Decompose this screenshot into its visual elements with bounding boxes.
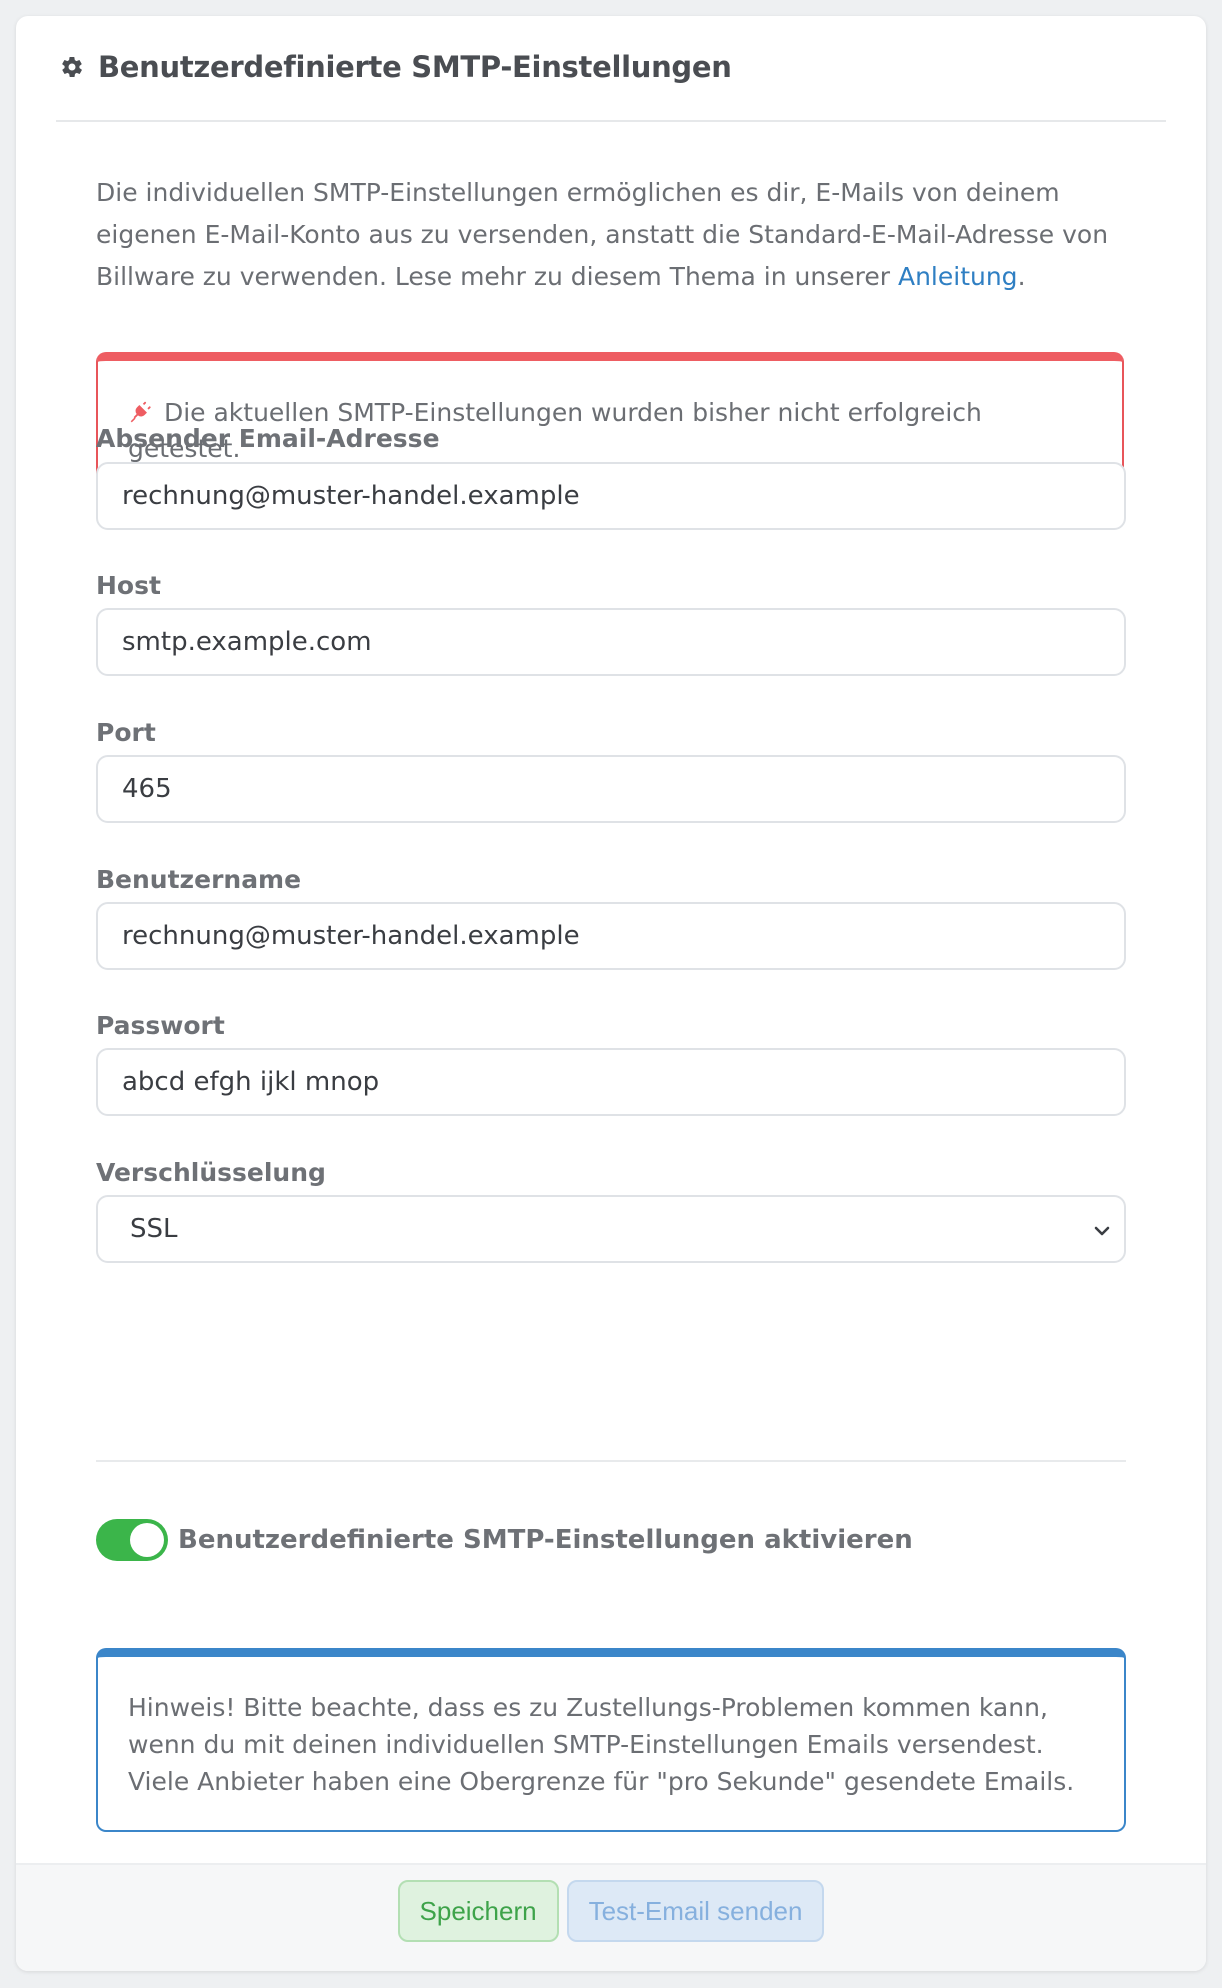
section-divider [96,1460,1126,1462]
save-button[interactable]: Speichern [397,1880,559,1942]
smtp-toggle-label: Benutzerdefinierte SMTP-Einstellungen ak… [178,1525,913,1555]
chevron-down-icon [1094,1226,1110,1236]
sender-email-input[interactable]: rechnung@muster-handel.example [96,462,1126,530]
host-value: smtp.example.com [122,627,372,657]
host-label: Host [96,571,161,600]
smtp-toggle-row: Benutzerdefinierte SMTP-Einstellungen ak… [96,1519,913,1561]
encryption-value: SSL [130,1214,178,1244]
delivery-hint-alert: Hinweis! Bitte beachte, dass es zu Zuste… [96,1648,1126,1832]
guide-link[interactable]: Anleitung [898,262,1018,291]
card-header: Benutzerdefinierte SMTP-Einstellungen [56,16,1166,122]
intro-suffix: . [1017,262,1026,291]
password-label: Passwort [96,1011,225,1040]
port-value: 465 [122,774,172,804]
encryption-label: Verschlüsselung [96,1158,326,1187]
plug-icon [130,401,151,423]
sender-email-value: rechnung@muster-handel.example [122,481,580,511]
username-value: rechnung@muster-handel.example [122,921,580,951]
intro-text: Die individuellen SMTP-Einstellungen erm… [96,172,1126,298]
gear-icon [62,56,82,78]
send-test-email-button[interactable]: Test-Email senden [566,1880,825,1942]
port-label: Port [96,718,156,747]
page-title: Benutzerdefinierte SMTP-Einstellungen [98,50,732,84]
username-input[interactable]: rechnung@muster-handel.example [96,902,1126,970]
smtp-settings-card: Benutzerdefinierte SMTP-Einstellungen Di… [16,16,1206,1971]
intro-section: Die individuellen SMTP-Einstellungen erm… [96,172,1126,298]
username-label: Benutzername [96,865,302,894]
toggle-knob [130,1523,164,1557]
port-input[interactable]: 465 [96,755,1126,823]
sender-email-label: Absender Email-Adresse [96,424,440,453]
password-input[interactable]: abcd efgh ijkl mnop [96,1048,1126,1116]
smtp-enable-toggle[interactable] [96,1519,168,1561]
host-input[interactable]: smtp.example.com [96,608,1126,676]
card-footer: Speichern Test-Email senden [16,1863,1206,1971]
alert-info-text: Hinweis! Bitte beachte, dass es zu Zuste… [128,1693,1075,1796]
password-value: abcd efgh ijkl mnop [122,1067,380,1097]
encryption-select[interactable]: SSL [96,1195,1126,1263]
